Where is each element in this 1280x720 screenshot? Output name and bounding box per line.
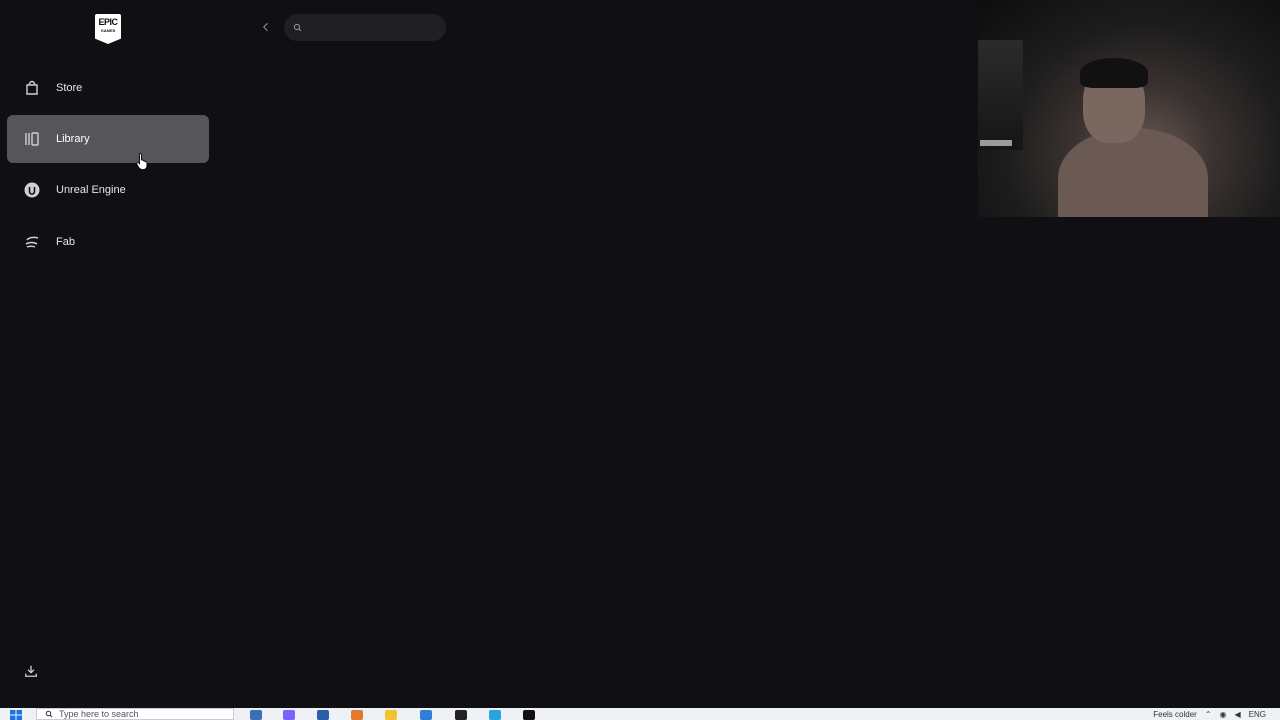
library-icon	[24, 131, 40, 147]
background-light	[980, 140, 1012, 146]
sidebar-item-label: Store	[56, 82, 83, 94]
person-torso	[1058, 128, 1208, 217]
search-input[interactable]	[308, 21, 438, 34]
sidebar-item-store[interactable]: Store	[7, 64, 209, 112]
unreal-engine-icon	[24, 182, 40, 198]
epic-games-logo[interactable]: EPIC GAMES	[95, 14, 121, 44]
browser-icon[interactable]	[351, 710, 363, 720]
task-view-icon[interactable]	[250, 710, 262, 720]
webcam-overlay	[978, 0, 1280, 217]
chevron-up-icon[interactable]: ⌃	[1205, 710, 1212, 719]
file-explorer-icon[interactable]	[385, 710, 397, 720]
network-icon[interactable]: ◉	[1220, 710, 1227, 719]
app-icon[interactable]	[489, 710, 501, 720]
search-icon	[45, 710, 53, 718]
edge-icon[interactable]	[420, 710, 432, 720]
volume-icon[interactable]: ◀	[1235, 710, 1241, 719]
taskbar-search-input[interactable]: Type here to search	[36, 708, 234, 720]
shopping-bag-icon	[24, 80, 40, 96]
taskbar-search-placeholder: Type here to search	[59, 709, 139, 719]
chevron-left-icon[interactable]	[258, 19, 274, 35]
fab-icon	[24, 234, 40, 250]
download-icon[interactable]	[22, 662, 40, 680]
background-shelf	[978, 40, 1023, 150]
weather-text[interactable]: Feels colder	[1153, 710, 1197, 719]
sidebar-item-fab[interactable]: Fab	[7, 218, 209, 266]
logo-text-bottom: GAMES	[100, 28, 116, 33]
person-hair	[1080, 58, 1148, 88]
epic-games-taskbar-icon[interactable]	[523, 710, 535, 720]
sidebar-item-label: Library	[56, 133, 90, 145]
sidebar-item-label: Fab	[56, 236, 75, 248]
app-icon[interactable]	[455, 710, 467, 720]
sidebar-item-label: Unreal Engine	[56, 184, 126, 196]
sidebar-item-library[interactable]: Library	[7, 115, 209, 163]
search-bar[interactable]	[284, 14, 446, 41]
system-tray: Feels colder ⌃ ◉ ◀ ENG	[1145, 708, 1266, 720]
sidebar: EPIC GAMES Store Library Unreal Engine F…	[0, 0, 216, 708]
windows-start-icon[interactable]	[10, 710, 22, 720]
sidebar-item-unreal-engine[interactable]: Unreal Engine	[7, 166, 209, 214]
search-icon	[293, 19, 302, 37]
copilot-icon[interactable]	[283, 710, 295, 720]
store-app-icon[interactable]	[317, 710, 329, 720]
mouse-cursor-icon	[136, 153, 148, 170]
logo-text-top: EPIC	[98, 17, 118, 27]
windows-taskbar: Type here to search Feels colder ⌃ ◉ ◀ E…	[0, 708, 1280, 720]
language-indicator[interactable]: ENG	[1249, 710, 1266, 719]
